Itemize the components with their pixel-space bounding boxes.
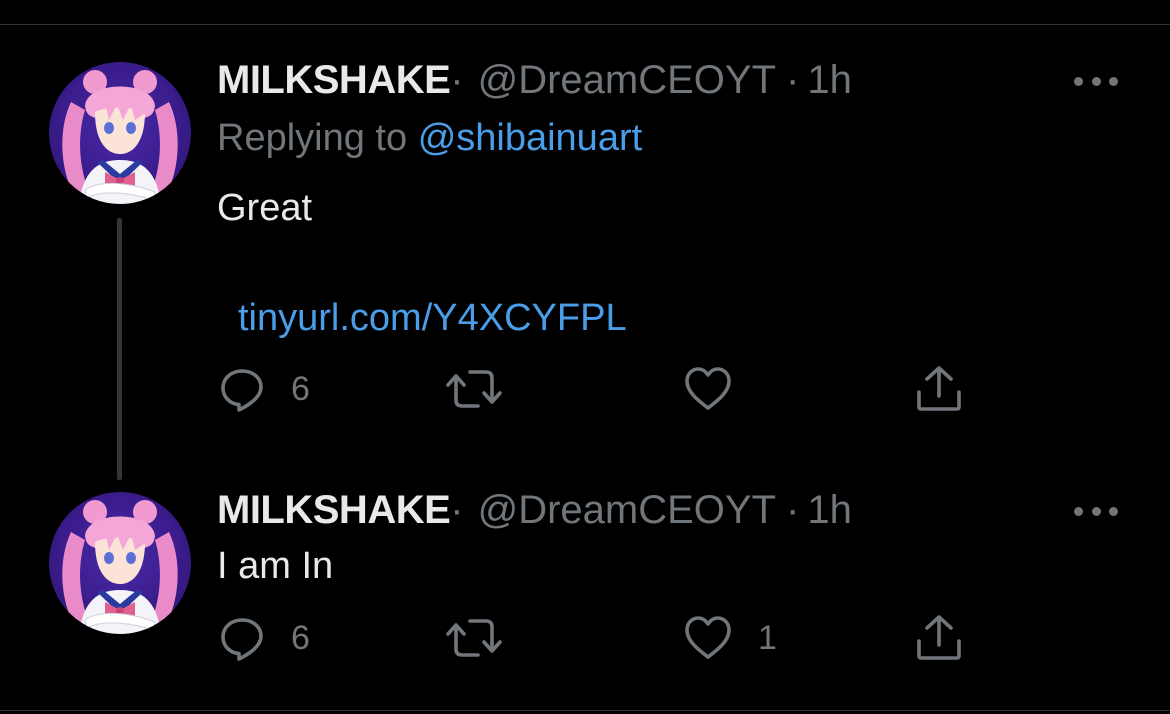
avatar-anime-girl-icon	[62, 500, 178, 634]
share-icon	[917, 366, 961, 411]
timestamp[interactable]: 1h	[807, 488, 852, 532]
thread-connector-line	[117, 218, 122, 480]
share-button[interactable]	[915, 364, 963, 412]
more-options-icon[interactable]	[1074, 71, 1118, 91]
avatar-anime-girl-icon	[62, 70, 178, 204]
separator-dot: ·	[786, 58, 800, 102]
tweet-text: I am In	[217, 545, 334, 587]
share-icon	[917, 615, 961, 660]
reply-icon	[221, 369, 263, 412]
avatar[interactable]	[49, 492, 191, 634]
tweet-text: Great	[217, 187, 313, 229]
reply-button[interactable]: 6	[219, 615, 310, 661]
retweet-button[interactable]	[446, 615, 502, 661]
separator-dot: ·	[786, 488, 800, 532]
like-button[interactable]: 1	[684, 615, 777, 661]
avatar[interactable]	[49, 62, 191, 204]
reply-count: 6	[291, 619, 310, 657]
bottom-divider	[0, 710, 1170, 711]
retweet-button[interactable]	[446, 366, 502, 412]
more-options-icon[interactable]	[1074, 501, 1118, 521]
replying-to-prefix: Replying to	[217, 117, 408, 159]
retweet-icon	[446, 370, 502, 408]
reply-button[interactable]: 6	[219, 366, 310, 412]
tweet-header: MILKSHAKE · @DreamCEOYT · 1h	[217, 58, 852, 102]
tweet-header: MILKSHAKE · @DreamCEOYT · 1h	[217, 488, 852, 532]
tweet-link[interactable]: tinyurl.com/Y4XCYFPL	[238, 295, 627, 341]
like-button[interactable]	[684, 366, 732, 412]
reply-icon	[221, 618, 263, 661]
user-handle[interactable]: @DreamCEOYT	[478, 58, 776, 102]
timestamp[interactable]: 1h	[807, 58, 852, 102]
top-divider	[0, 24, 1170, 25]
display-name[interactable]: MILKSHAKE	[217, 488, 451, 532]
reply-count: 6	[291, 370, 310, 408]
replying-to-line: Replying to @shibainuart	[217, 115, 642, 161]
heart-icon	[685, 367, 731, 410]
heart-icon	[685, 616, 731, 659]
retweet-icon	[446, 619, 502, 657]
name-dot: ·	[450, 58, 464, 102]
tweet-thread: MILKSHAKE · @DreamCEOYT · 1h Replying to…	[0, 0, 1170, 714]
display-name[interactable]: MILKSHAKE	[217, 58, 451, 102]
mention-link[interactable]: @shibainuart	[418, 117, 642, 159]
like-count: 1	[758, 619, 777, 657]
user-handle[interactable]: @DreamCEOYT	[478, 488, 776, 532]
name-dot: ·	[450, 488, 464, 532]
share-button[interactable]	[915, 613, 963, 661]
